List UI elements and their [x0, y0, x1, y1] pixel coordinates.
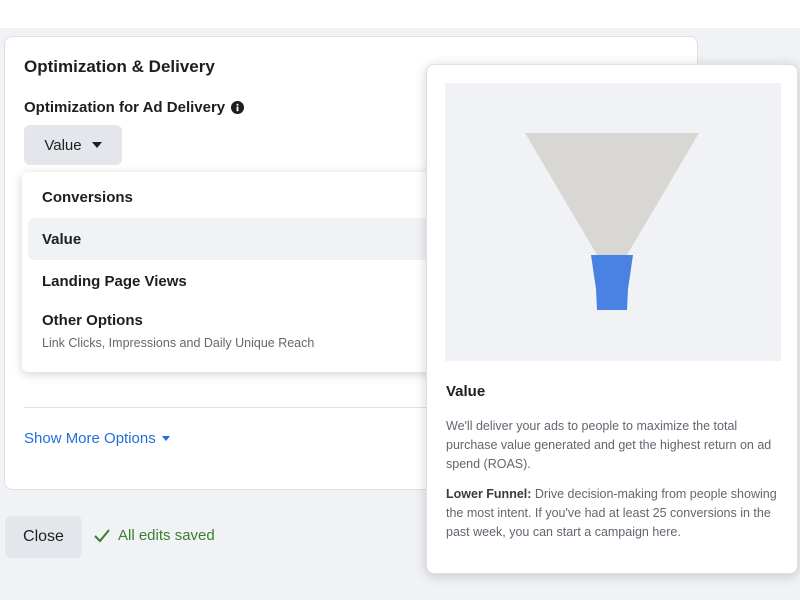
optimization-dropdown[interactable]: Value [24, 125, 122, 165]
section-title: Optimization & Delivery [24, 57, 215, 76]
info-icon[interactable] [231, 101, 245, 114]
funnel-label: Lower Funnel: [446, 487, 532, 501]
panel-title: Value [446, 383, 486, 400]
caret-down-icon [161, 436, 170, 441]
info-panel: Value We'll deliver your ads to people t… [426, 64, 798, 574]
checkmark-icon [94, 528, 110, 542]
menu-item-sublabel: Link Clicks, Impressions and Daily Uniqu… [42, 336, 315, 350]
menu-item-label: Value [42, 230, 82, 248]
saved-status: All edits saved [94, 527, 215, 544]
close-button-label: Close [23, 528, 64, 545]
show-more-label: Show More Options [24, 430, 156, 447]
menu-item-label: Other Options [42, 312, 143, 329]
panel-funnel-text: Lower Funnel: Drive decision-making from… [446, 485, 778, 542]
field-label-text: Optimization for Ad Delivery [24, 99, 226, 116]
saved-status-text: All edits saved [118, 527, 215, 544]
menu-item-label: Conversions [42, 188, 133, 206]
field-label: Optimization for Ad Delivery [24, 99, 245, 116]
menu-item-conversions[interactable]: Conversions [28, 176, 436, 218]
dropdown-value: Value [44, 136, 82, 154]
close-button[interactable]: Close [5, 516, 82, 558]
caret-down-icon [91, 142, 102, 148]
top-strip [0, 0, 800, 28]
panel-description: We'll deliver your ads to people to maxi… [446, 419, 772, 471]
optimization-menu: Conversions Value Landing Page Views Oth… [22, 172, 442, 372]
menu-item-label: Landing Page Views [42, 272, 187, 290]
menu-item-other-options[interactable]: Other Options Link Clicks, Impressions a… [28, 302, 436, 360]
divider [24, 407, 429, 408]
funnel-icon [525, 133, 699, 310]
funnel-illustration [445, 83, 781, 361]
menu-item-value[interactable]: Value [28, 218, 436, 260]
menu-item-landing-page-views[interactable]: Landing Page Views [28, 260, 436, 302]
show-more-options-link[interactable]: Show More Options [24, 430, 170, 447]
